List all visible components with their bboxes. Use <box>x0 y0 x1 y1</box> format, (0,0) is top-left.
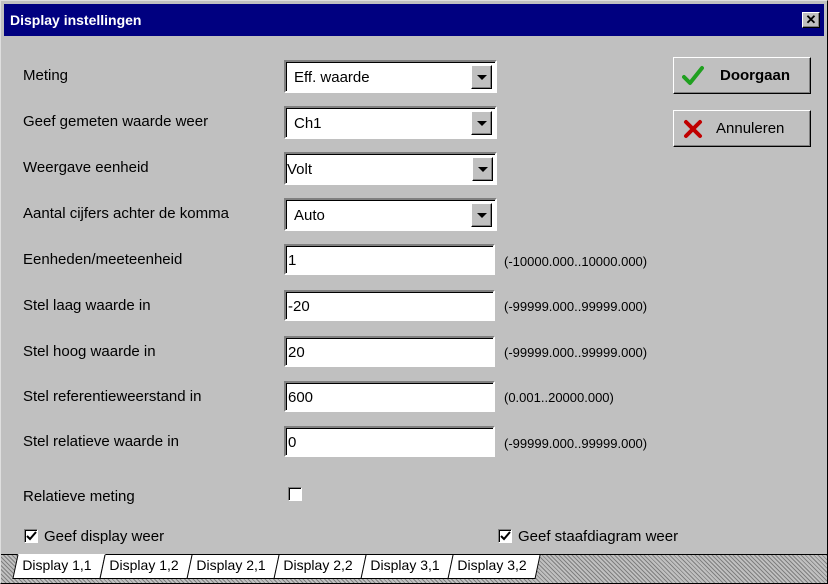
display-tab-strip: Display 1,1 Display 1,2 Display 2,1 Disp… <box>1 554 827 583</box>
geef-display-label[interactable]: Geef display weer <box>44 528 164 545</box>
tab-display-2-2[interactable]: Display 2,2 <box>273 555 367 579</box>
weergave-eenheid-label: Weergave eenheid <box>23 159 149 176</box>
channel-select[interactable]: Ch1 <box>284 106 497 139</box>
laag-label: Stel laag waarde in <box>23 297 151 314</box>
geef-staafdiagram-checkbox[interactable] <box>498 529 512 543</box>
checkmark-icon <box>682 66 704 85</box>
tab-display-1-2[interactable]: Display 1,2 <box>99 555 193 579</box>
checkmark-icon <box>26 531 37 541</box>
eenheden-input[interactable]: 1 <box>284 244 495 275</box>
geef-staafdiagram-label[interactable]: Geef staafdiagram weer <box>518 528 678 545</box>
decimals-value: Auto <box>294 207 325 224</box>
geef-display-checkbox[interactable] <box>24 529 38 543</box>
dropdown-arrow-icon[interactable] <box>471 203 492 227</box>
meting-select[interactable]: Eff. waarde <box>284 60 497 93</box>
tab-label: Display 1,1 <box>22 557 92 573</box>
unit-value[interactable]: Volt <box>287 161 312 178</box>
doorgaan-label: Doorgaan <box>720 67 791 84</box>
close-button[interactable]: ✕ <box>802 12 820 28</box>
hoog-label: Stel hoog waarde in <box>23 343 156 360</box>
laag-input[interactable]: -20 <box>284 290 495 321</box>
annuleren-button[interactable]: Annuleren <box>673 110 811 147</box>
tab-display-3-2[interactable]: Display 3,2 <box>447 555 541 579</box>
decimals-label: Aantal cijfers achter de komma <box>23 205 229 222</box>
relatieve-meting-label: Relatieve meting <box>23 488 135 505</box>
eenheden-label: Eenheden/meeteenheid <box>23 251 183 268</box>
relatieve-waarde-label: Stel relatieve waarde in <box>23 433 179 450</box>
display-settings-dialog: Display instellingen ✕ Meting Eff. waard… <box>0 0 828 584</box>
channel-value: Ch1 <box>294 115 322 132</box>
decimals-select[interactable]: Auto <box>284 198 497 231</box>
tab-label: Display 1,2 <box>109 557 179 573</box>
annuleren-label: Annuleren <box>716 120 785 137</box>
hoog-input[interactable]: 20 <box>284 336 495 367</box>
eenheden-range: (-10000.000..10000.000) <box>504 254 648 269</box>
referentie-input[interactable]: 600 <box>284 381 495 412</box>
tab-display-2-1[interactable]: Display 2,1 <box>186 555 280 579</box>
dropdown-arrow-icon[interactable] <box>471 111 492 135</box>
tab-display-3-1[interactable]: Display 3,1 <box>360 555 454 579</box>
doorgaan-button[interactable]: Doorgaan <box>673 57 811 94</box>
dropdown-arrow-icon[interactable] <box>471 65 492 89</box>
tab-label: Display 3,2 <box>457 557 527 573</box>
relatieve-meting-checkbox[interactable] <box>288 487 302 501</box>
tab-label: Display 2,2 <box>283 557 353 573</box>
relatieve-waarde-range: (-99999.000..99999.000) <box>504 436 648 451</box>
dropdown-arrow-icon[interactable] <box>472 157 493 181</box>
meting-label: Meting <box>23 67 69 84</box>
checkmark-icon <box>500 531 511 541</box>
title-bar[interactable]: Display instellingen ✕ <box>4 4 824 36</box>
relatieve-waarde-input[interactable]: 0 <box>284 426 495 457</box>
tab-display-1-1[interactable]: Display 1,1 <box>12 554 106 579</box>
tab-label: Display 2,1 <box>196 557 266 573</box>
referentie-range: (0.001..20000.000) <box>504 390 614 405</box>
window-title: Display instellingen <box>10 12 142 28</box>
unit-select[interactable]: Volt <box>284 152 497 185</box>
meting-value: Eff. waarde <box>294 69 370 86</box>
hoog-range: (-99999.000..99999.000) <box>504 345 648 360</box>
referentie-label: Stel referentieweerstand in <box>23 388 202 405</box>
geef-gemeten-label: Geef gemeten waarde weer <box>23 113 209 130</box>
laag-range: (-99999.000..99999.000) <box>504 299 648 314</box>
tab-label: Display 3,1 <box>370 557 440 573</box>
red-x-icon <box>684 120 702 138</box>
